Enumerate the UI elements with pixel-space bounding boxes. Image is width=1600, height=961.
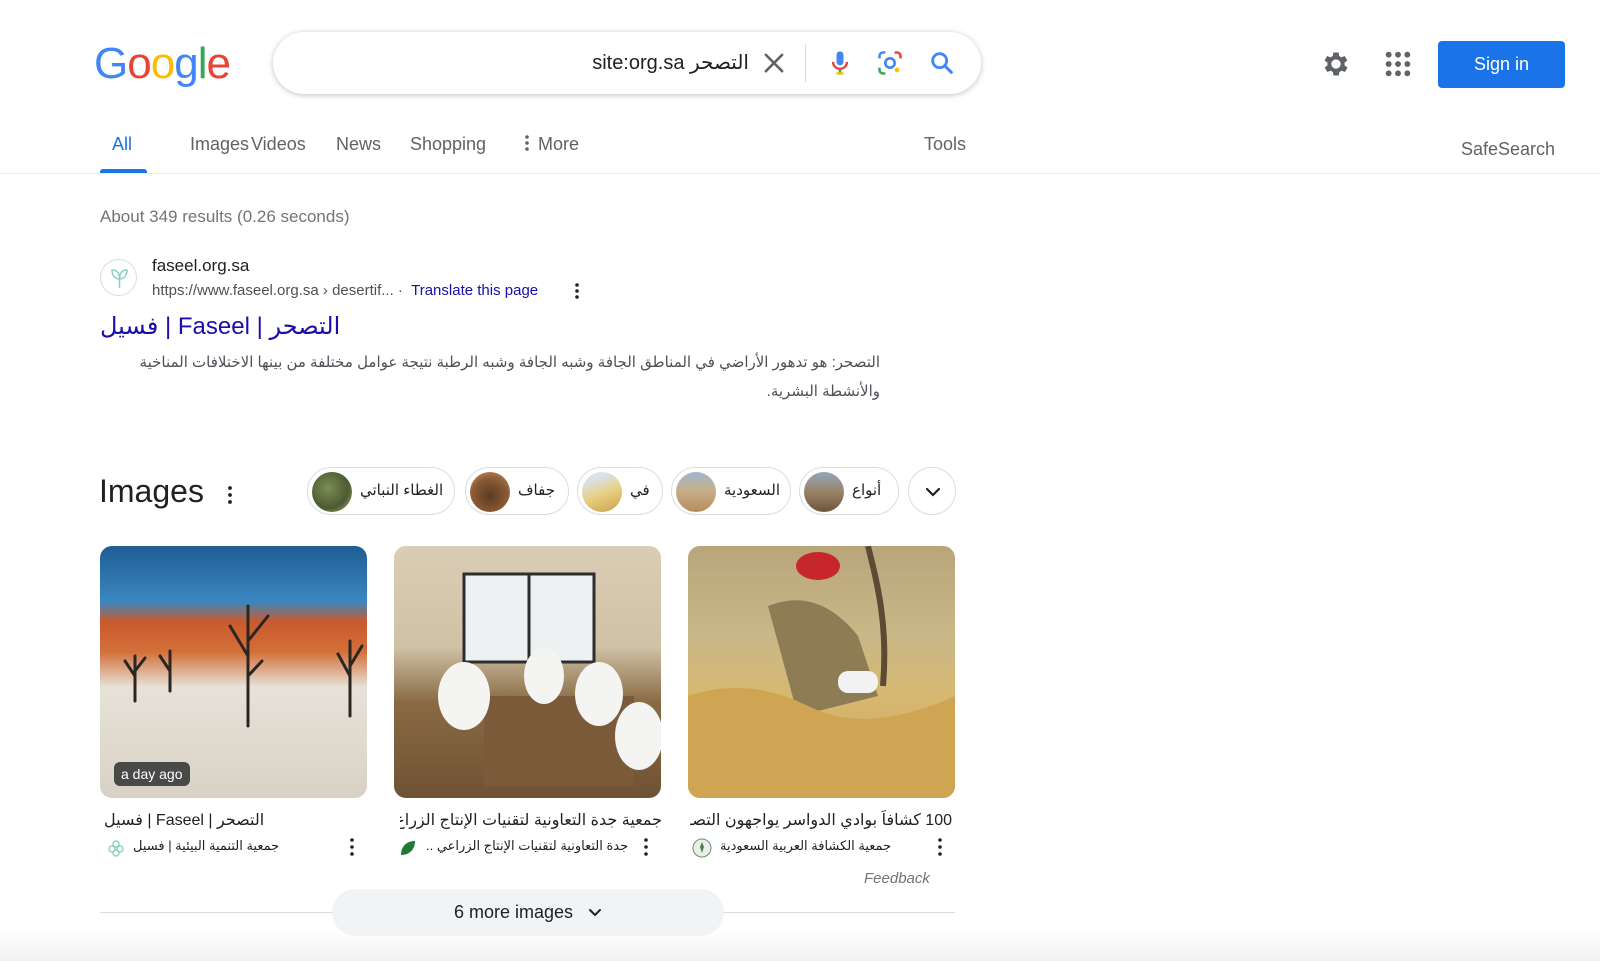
result-menu-icon[interactable] bbox=[573, 282, 581, 300]
scout-planting-illustration bbox=[688, 546, 955, 798]
leaf-icon bbox=[401, 841, 415, 855]
chip-thumbnail bbox=[312, 472, 352, 512]
chips-expand-button[interactable] bbox=[908, 467, 956, 515]
image-card-menu-icon[interactable] bbox=[642, 837, 650, 857]
chip-thumbnail bbox=[582, 472, 622, 512]
image-card-2[interactable] bbox=[394, 546, 661, 798]
result-stats: About 349 results (0.26 seconds) bbox=[100, 207, 350, 226]
logo-letter: e bbox=[206, 39, 231, 88]
mic-icon[interactable] bbox=[826, 49, 854, 77]
google-logo[interactable]: Google bbox=[94, 39, 231, 88]
image-card-source[interactable]: جمعية الكشافة العربية السعودية bbox=[720, 838, 891, 854]
desert-trees-illustration bbox=[123, 604, 364, 728]
image-card-menu-icon[interactable] bbox=[936, 837, 944, 857]
feedback-link[interactable]: Feedback bbox=[864, 870, 930, 887]
chip-label: الغطاء النباتي bbox=[360, 482, 444, 499]
more-vert-icon bbox=[525, 135, 529, 151]
logo-letter: g bbox=[174, 39, 199, 88]
images-menu-icon[interactable] bbox=[226, 485, 234, 505]
image-age-badge: a day ago bbox=[114, 762, 190, 786]
search-divider bbox=[805, 44, 806, 82]
tab-shopping[interactable]: Shopping bbox=[410, 134, 486, 155]
image-card-source[interactable]: جدة التعاونية لتقنيات الإنتاج الزراعي .. bbox=[426, 838, 628, 854]
chip-thumbnail bbox=[676, 472, 716, 512]
sign-in-button[interactable]: Sign in bbox=[1438, 41, 1565, 88]
safesearch-button[interactable]: SafeSearch bbox=[1461, 139, 1555, 160]
search-input[interactable]: site:org.sa التصحر bbox=[592, 50, 749, 75]
chip-saudi[interactable]: السعودية bbox=[671, 467, 791, 515]
chip-vegetation[interactable]: الغطاء النباتي bbox=[307, 467, 455, 515]
tab-more-label: More bbox=[538, 134, 580, 154]
chip-types[interactable]: أنواع bbox=[799, 467, 899, 515]
translate-link[interactable]: Translate this page bbox=[411, 282, 538, 299]
search-icon[interactable] bbox=[928, 49, 956, 77]
chip-thumbnail bbox=[804, 472, 844, 512]
image-card-3[interactable] bbox=[688, 546, 955, 798]
more-images-label: 6 more images bbox=[453, 902, 574, 922]
tab-more[interactable]: More bbox=[524, 134, 579, 155]
chip-label: جفاف bbox=[518, 482, 555, 499]
more-images-button[interactable]: 6 more images bbox=[332, 889, 724, 936]
close-icon[interactable] bbox=[760, 49, 788, 77]
logo-letter: G bbox=[94, 39, 128, 88]
tools-button[interactable]: Tools bbox=[924, 134, 966, 155]
result-title-link[interactable]: التصحر | Faseel | فسيل bbox=[100, 312, 340, 341]
image-card-1[interactable]: a day ago bbox=[100, 546, 367, 798]
chip-label: السعودية bbox=[724, 482, 781, 499]
search-box[interactable]: site:org.sa التصحر bbox=[273, 32, 981, 94]
lens-icon[interactable] bbox=[876, 49, 904, 77]
tab-images[interactable]: Images bbox=[190, 134, 249, 155]
image-card-source[interactable]: جمعية التنمية البيئية | فسيل bbox=[133, 838, 279, 854]
chip-label: أنواع bbox=[852, 482, 882, 499]
tab-all[interactable]: All bbox=[112, 134, 132, 155]
scout-emblem-icon bbox=[692, 838, 712, 858]
image-card-title[interactable]: 100 كشافاً بوادي الدواسر يواجهون التصـ .… bbox=[690, 810, 952, 830]
chevron-down-icon bbox=[925, 487, 941, 497]
tabs-divider bbox=[0, 173, 1600, 174]
apps-grid-icon[interactable] bbox=[1382, 48, 1414, 80]
chip-in[interactable]: في bbox=[577, 467, 663, 515]
image-card-title[interactable]: التصحر | Faseel | فسيل bbox=[104, 810, 366, 830]
gear-icon[interactable] bbox=[1320, 48, 1352, 80]
images-heading: Images bbox=[99, 473, 204, 509]
tab-videos[interactable]: Videos bbox=[251, 134, 306, 155]
image-card-title[interactable]: جمعية جدة التعاونية لتقنيات الإنتاج الزر… bbox=[400, 810, 662, 830]
logo-letter: o bbox=[150, 39, 176, 88]
chevron-down-icon bbox=[589, 909, 602, 917]
logo-letter: o bbox=[127, 39, 152, 88]
site-url-text: https://www.faseel.org.sa › desertif... … bbox=[152, 282, 403, 299]
bottom-fade bbox=[0, 930, 1600, 961]
chip-thumbnail bbox=[470, 472, 510, 512]
chip-drought[interactable]: جفاف bbox=[465, 467, 569, 515]
chip-label: في bbox=[630, 482, 650, 499]
tab-news[interactable]: News bbox=[336, 134, 381, 155]
result-snippet: التصحر: هو تدهور الأراضي في المناطق الجا… bbox=[139, 354, 880, 400]
site-name[interactable]: faseel.org.sa bbox=[152, 256, 249, 276]
site-favicon[interactable] bbox=[100, 259, 137, 296]
site-url[interactable]: https://www.faseel.org.sa › desertif... … bbox=[152, 282, 538, 299]
source-favicon-icon bbox=[108, 840, 124, 857]
meeting-room-illustration bbox=[438, 572, 661, 786]
sprout-icon bbox=[111, 269, 128, 288]
image-card-menu-icon[interactable] bbox=[348, 837, 356, 857]
